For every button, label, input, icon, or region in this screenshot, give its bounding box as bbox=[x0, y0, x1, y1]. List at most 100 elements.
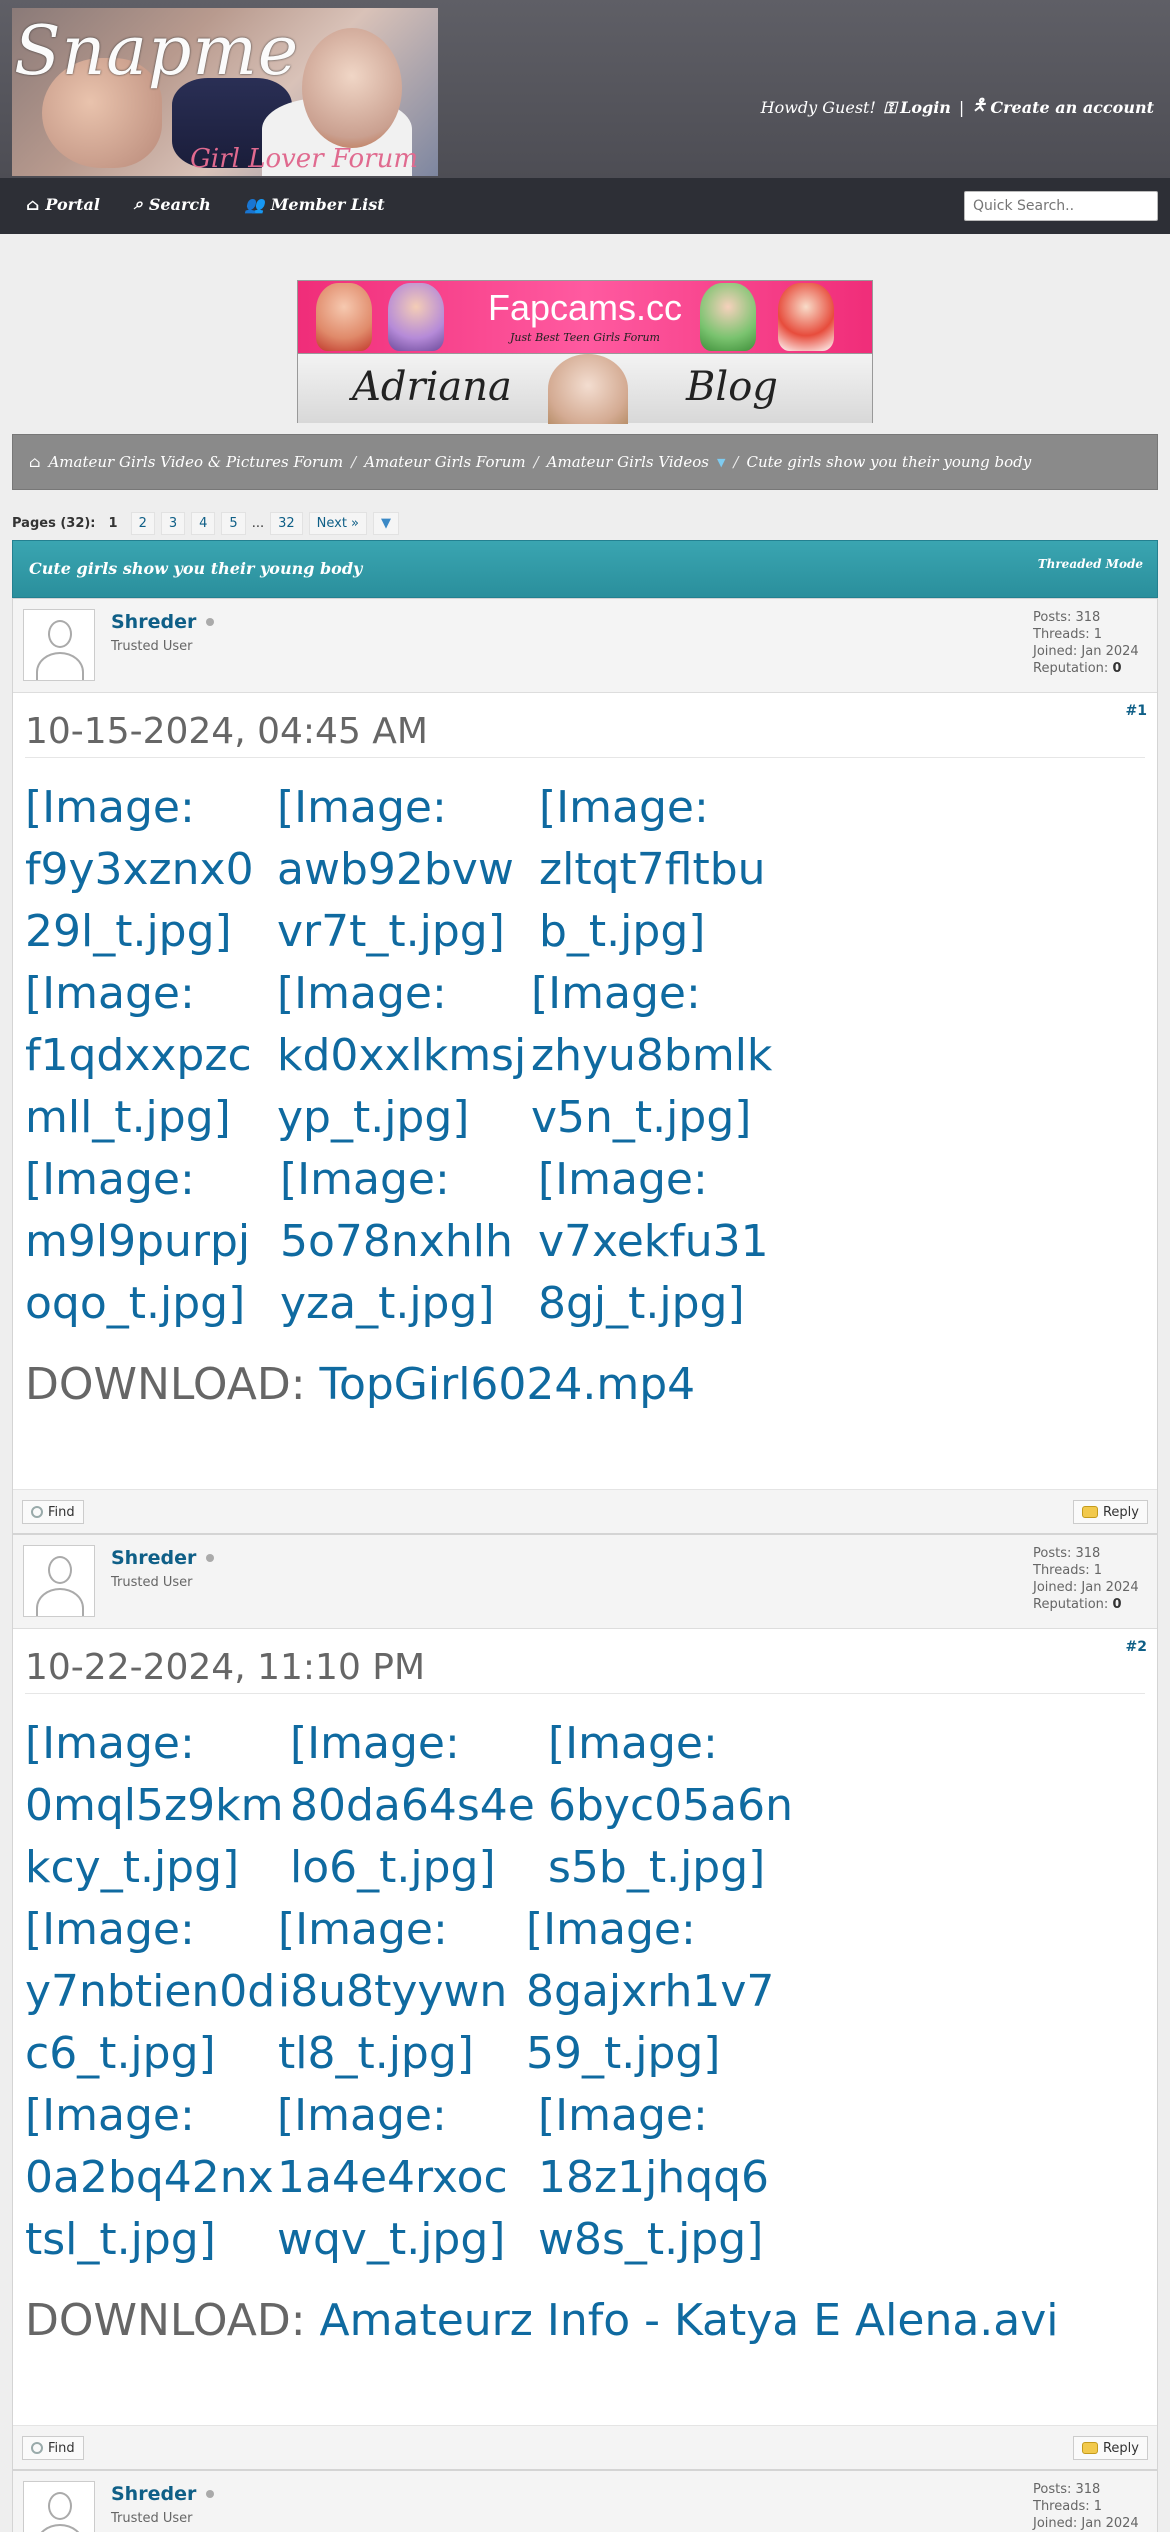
logo-photo bbox=[302, 28, 402, 148]
greeting: Howdy Guest! bbox=[760, 98, 876, 117]
reputation-label: Reputation: bbox=[1033, 1597, 1109, 1612]
search-icon: ⌕ bbox=[133, 194, 143, 213]
image-link[interactable]: [Image: 0a2bq42nx tsl_t.jpg] bbox=[25, 2085, 277, 2271]
post-author: Shreder Trusted User Posts: 318 Threads:… bbox=[13, 1535, 1157, 1629]
offline-status-icon bbox=[206, 618, 215, 626]
user-posts: Posts: 318 bbox=[1033, 610, 1101, 625]
image-link[interactable]: [Image: f1qdxxpzc mll_t.jpg] bbox=[25, 963, 277, 1149]
nav-portal[interactable]: ⌂ Portal bbox=[26, 194, 100, 214]
jump-to-page-icon[interactable]: ▼ bbox=[373, 512, 400, 535]
image-grid: [Image: 0mql5z9km kcy_t.jpg] [Image: 80d… bbox=[25, 1713, 793, 2271]
home-icon: ⌂ bbox=[29, 453, 41, 471]
post-footer: Find Reply bbox=[13, 1489, 1157, 1533]
divider bbox=[25, 1693, 1145, 1694]
find-button[interactable]: Find bbox=[22, 1500, 84, 1524]
quick-search-input[interactable] bbox=[964, 191, 1158, 221]
reputation-value[interactable]: 0 bbox=[1112, 1597, 1121, 1612]
find-label: Find bbox=[48, 2440, 75, 2456]
user-threads: Threads: 1 bbox=[1033, 627, 1103, 642]
reply-button[interactable]: Reply bbox=[1072, 2436, 1148, 2460]
image-link[interactable]: [Image: m9l9purpj oqo_t.jpg] bbox=[25, 1149, 280, 1335]
breadcrumb-item[interactable]: Amateur Girls Forum bbox=[364, 453, 525, 471]
user-title: Trusted User bbox=[111, 2511, 193, 2526]
author-name[interactable]: Shreder bbox=[111, 2483, 196, 2505]
image-link[interactable]: [Image: 5o78nxhlh yza_t.jpg] bbox=[280, 1149, 538, 1335]
site-header: Snapme Girl Lover Forum Howdy Guest! ⚿ L… bbox=[0, 0, 1170, 178]
page-link[interactable]: 4 bbox=[191, 512, 216, 535]
user-joined: Joined: Jan 2024 bbox=[1033, 1580, 1139, 1595]
find-button[interactable]: Find bbox=[22, 2436, 84, 2460]
threaded-mode-link[interactable]: Threaded Mode bbox=[1038, 557, 1143, 571]
navbar: ⌂ Portal ⌕ Search 👥 Member List bbox=[0, 178, 1170, 234]
post-number[interactable]: #1 bbox=[1126, 703, 1147, 719]
image-link[interactable]: [Image: 0mql5z9km kcy_t.jpg] bbox=[25, 1713, 290, 1899]
user-posts: Posts: 318 bbox=[1033, 2482, 1101, 2497]
speech-bubble-icon bbox=[1081, 1506, 1098, 1518]
avatar[interactable] bbox=[23, 2481, 95, 2532]
banner-fapcams[interactable]: Fapcams.cc Just Best Teen Girls Forum bbox=[298, 281, 872, 353]
login-link[interactable]: ⚿ Login bbox=[884, 98, 951, 118]
user-joined: Joined: Jan 2024 bbox=[1033, 644, 1139, 659]
author-name[interactable]: Shreder bbox=[111, 611, 196, 633]
user-stats: Posts: 318 Threads: 1 Joined: Jan 2024 R… bbox=[1033, 1545, 1139, 1613]
banner-face bbox=[548, 354, 628, 424]
download-link[interactable]: TopGirl6024.mp4 bbox=[320, 1359, 696, 1410]
users-icon: 👥 bbox=[244, 194, 265, 214]
image-link[interactable]: [Image: 6byc05a6n s5b_t.jpg] bbox=[548, 1713, 793, 1899]
image-link[interactable]: [Image: i8u8tyywn tl8_t.jpg] bbox=[278, 1899, 526, 2085]
image-link[interactable]: [Image: awb92bvw vr7t_t.jpg] bbox=[277, 777, 539, 963]
download-link[interactable]: Amateurz Info - Katya E Alena.avi bbox=[320, 2295, 1059, 2346]
user-title: Trusted User bbox=[111, 639, 193, 654]
post-author: Shreder Trusted User Posts: 318 Threads:… bbox=[13, 2471, 1157, 2532]
image-link[interactable]: [Image: 1a4e4rxoc wqv_t.jpg] bbox=[277, 2085, 538, 2271]
banner-blog-right: Blog bbox=[686, 364, 778, 410]
image-link[interactable]: [Image: y7nbtien0d c6_t.jpg] bbox=[25, 1899, 278, 2085]
nav-search-label: Search bbox=[148, 194, 211, 214]
post-number[interactable]: #2 bbox=[1126, 1639, 1147, 1655]
nav-member-list[interactable]: 👥 Member List bbox=[245, 194, 385, 214]
image-link[interactable]: [Image: 18z1jhqq6 w8s_t.jpg] bbox=[538, 2085, 769, 2271]
image-grid: [Image: f9y3xznx0 29l_t.jpg] [Image: awb… bbox=[25, 777, 772, 1335]
breadcrumb-item[interactable]: Amateur Girls Videos bbox=[547, 453, 709, 471]
reply-button[interactable]: Reply bbox=[1072, 1500, 1148, 1524]
user-posts: Posts: 318 bbox=[1033, 1546, 1101, 1561]
separator: | bbox=[958, 98, 965, 117]
banner-subtitle: Just Best Teen Girls Forum bbox=[510, 331, 660, 344]
thread-title: Cute girls show you their young body bbox=[29, 559, 363, 578]
key-icon: ⚿ bbox=[883, 97, 897, 117]
divider bbox=[25, 757, 1145, 758]
ad-banner[interactable]: Fapcams.cc Just Best Teen Girls Forum Ad… bbox=[297, 280, 873, 424]
download-label: DOWNLOAD: bbox=[25, 1359, 306, 1410]
create-account-label: Create an account bbox=[990, 98, 1154, 117]
post-date: 10-22-2024, 11:10 PM bbox=[25, 1647, 426, 1688]
image-link[interactable]: [Image: v7xekfu31 8gj_t.jpg] bbox=[538, 1149, 769, 1335]
page-link[interactable]: 3 bbox=[160, 512, 186, 535]
nav-search[interactable]: ⌕ Search bbox=[134, 194, 211, 214]
page-link[interactable]: 5 bbox=[221, 512, 246, 535]
image-link[interactable]: [Image: 8gajxrh1v7 59_t.jpg] bbox=[526, 1899, 774, 2085]
avatar[interactable] bbox=[23, 609, 95, 681]
user-title: Trusted User bbox=[111, 1575, 193, 1590]
image-link[interactable]: [Image: zltqt7fltbu b_t.jpg] bbox=[539, 777, 766, 963]
page-link-last[interactable]: 32 bbox=[270, 512, 303, 535]
image-link[interactable]: [Image: kd0xxlkmsj yp_t.jpg] bbox=[277, 963, 531, 1149]
nav-portal-label: Portal bbox=[45, 194, 100, 214]
pagination: Pages (32): 1 2 3 4 5 ... 32 Next » ▼ bbox=[12, 512, 400, 535]
site-logo[interactable]: Snapme Girl Lover Forum bbox=[12, 8, 438, 176]
login-label: Login bbox=[900, 98, 951, 117]
create-account-link[interactable]: 🯅 Create an account bbox=[972, 94, 1154, 121]
user-joined: Joined: Jan 2024 bbox=[1033, 2516, 1139, 2531]
banner-blog[interactable]: Adriana Blog bbox=[298, 353, 872, 424]
image-link[interactable]: [Image: zhyu8bmlk v5n_t.jpg] bbox=[531, 963, 772, 1149]
next-page-link[interactable]: Next » bbox=[308, 512, 368, 535]
download-label: DOWNLOAD: bbox=[25, 2295, 306, 2346]
avatar[interactable] bbox=[23, 1545, 95, 1617]
breadcrumb-item[interactable]: Amateur Girls Video & Pictures Forum bbox=[48, 453, 343, 471]
author-name[interactable]: Shreder bbox=[111, 1547, 196, 1569]
image-link[interactable]: [Image: 80da64s4e lo6_t.jpg] bbox=[290, 1713, 548, 1899]
download-line: DOWNLOAD: TopGirl6024.mp4 bbox=[25, 1359, 695, 1410]
dropdown-icon[interactable]: ▼ bbox=[717, 456, 725, 469]
page-link[interactable]: 2 bbox=[130, 512, 155, 535]
image-link[interactable]: [Image: f9y3xznx0 29l_t.jpg] bbox=[25, 777, 277, 963]
reputation-value[interactable]: 0 bbox=[1112, 661, 1121, 676]
